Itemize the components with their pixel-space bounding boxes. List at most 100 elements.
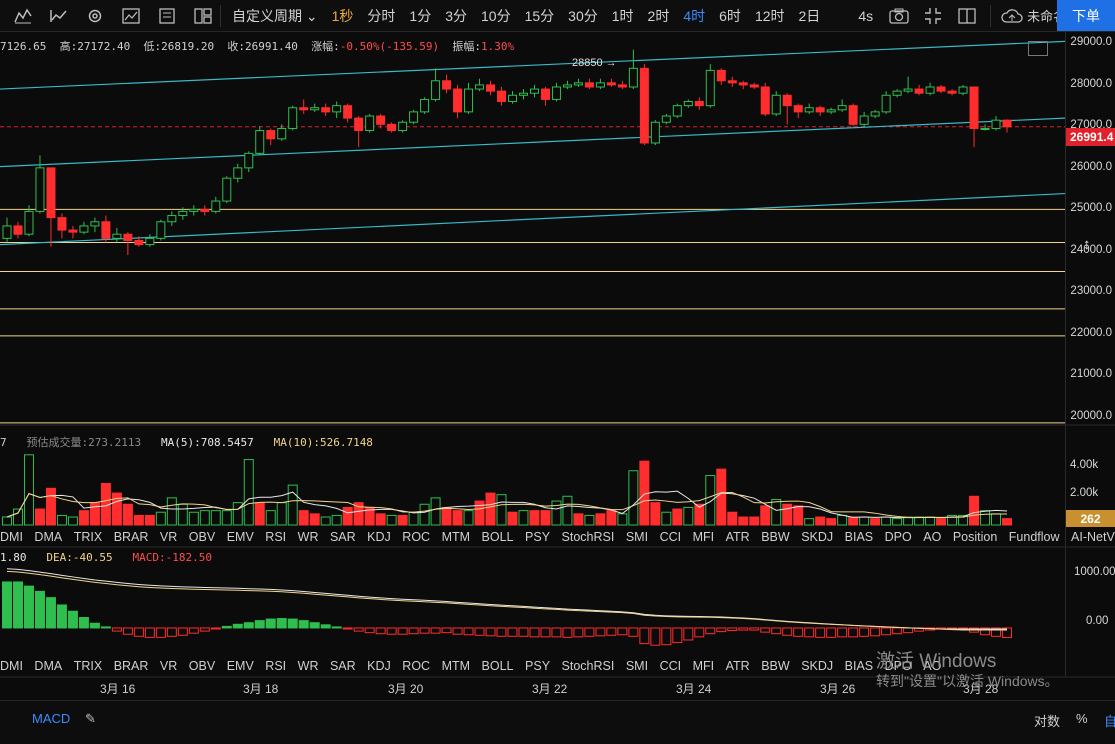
- indicator-tab-ao[interactable]: AO: [923, 530, 941, 544]
- indicator-tab-position[interactable]: Position: [953, 530, 997, 544]
- macd-histogram-bar: [793, 627, 804, 637]
- macd-histogram-bar: [34, 590, 45, 629]
- candle-body: [672, 105, 682, 117]
- volume-bar: [298, 510, 309, 526]
- macd-histogram-bar: [2, 581, 12, 629]
- indicator-tab-cci[interactable]: CCI: [660, 659, 682, 673]
- volume-bar: [122, 503, 133, 526]
- chart-canvas[interactable]: [0, 0, 1115, 700]
- macd-histogram-bar: [551, 627, 562, 638]
- edit-icon[interactable]: ✎: [85, 711, 96, 727]
- indicator-tab-bias[interactable]: BIAS: [845, 659, 874, 673]
- indicator-tab-vr[interactable]: VR: [160, 530, 177, 544]
- indicator-tab-sar[interactable]: SAR: [330, 530, 356, 544]
- indicator-tab-trix[interactable]: TRIX: [74, 530, 102, 544]
- log-scale-toggle[interactable]: 对数: [1034, 711, 1060, 730]
- indicator-tab-brar[interactable]: BRAR: [114, 659, 149, 673]
- candle-body: [738, 82, 748, 86]
- indicator-tab-atr[interactable]: ATR: [726, 530, 750, 544]
- volume-bar: [683, 506, 694, 526]
- volume-bar: [617, 513, 628, 526]
- indicator-tab-obv[interactable]: OBV: [189, 530, 215, 544]
- indicator-tab-dmi[interactable]: DMI: [0, 659, 23, 673]
- volume-bar: [969, 495, 980, 526]
- auto-scale-toggle[interactable]: 自: [1104, 711, 1115, 730]
- indicator-tab-stochrsi[interactable]: StochRSI: [562, 659, 615, 673]
- channel-line: [0, 40, 1066, 90]
- candle-body: [211, 200, 221, 212]
- volume-bar: [12, 508, 23, 526]
- macd-histogram-bar: [23, 585, 34, 629]
- indicator-tab-sar[interactable]: SAR: [330, 659, 356, 673]
- indicator-tab-smi[interactable]: SMI: [626, 530, 648, 544]
- indicator-tab-dma[interactable]: DMA: [34, 530, 62, 544]
- macd-histogram-bar: [452, 627, 463, 635]
- candle-body: [299, 107, 309, 111]
- indicator-tab-bias[interactable]: BIAS: [845, 530, 874, 544]
- indicator-tab-brar[interactable]: BRAR: [114, 530, 149, 544]
- indicator-tab-fundflow[interactable]: Fundflow: [1009, 530, 1060, 544]
- macd-histogram-bar: [331, 626, 342, 629]
- candle-body: [409, 111, 419, 123]
- macd-histogram-bar: [474, 627, 485, 636]
- indicator-tab-mtm[interactable]: MTM: [442, 530, 470, 544]
- indicator-tab-obv[interactable]: OBV: [189, 659, 215, 673]
- indicator-tab-smi[interactable]: SMI: [626, 659, 648, 673]
- indicator-tab-mtm[interactable]: MTM: [442, 659, 470, 673]
- candle-body: [584, 82, 594, 88]
- macd-histogram-bar: [155, 627, 166, 638]
- volume-axis-label: 4.00k: [1070, 459, 1099, 471]
- indicator-tab-skdj[interactable]: SKDJ: [801, 659, 833, 673]
- indicator-tab-cci[interactable]: CCI: [660, 530, 682, 544]
- indicator-tab-kdj[interactable]: KDJ: [367, 659, 391, 673]
- candle-body: [167, 215, 177, 223]
- indicator-tab-psy[interactable]: PSY: [525, 659, 550, 673]
- percent-scale-toggle[interactable]: %: [1076, 711, 1088, 726]
- volume-bar: [606, 510, 617, 526]
- indicator-tab-roc[interactable]: ROC: [402, 530, 430, 544]
- candle-body: [431, 80, 441, 100]
- indicator-tab-trix[interactable]: TRIX: [74, 659, 102, 673]
- indicator-tab-mfi[interactable]: MFI: [693, 659, 715, 673]
- macd-histogram-bar: [617, 627, 628, 636]
- indicator-tab-atr[interactable]: ATR: [726, 659, 750, 673]
- high-annotation: 28850 →: [572, 57, 617, 69]
- macd-histogram-bar: [342, 627, 353, 630]
- macd-tab[interactable]: MACD: [32, 711, 70, 726]
- indicator-tab-dpo[interactable]: DPO: [885, 530, 912, 544]
- indicator-tab-bbw[interactable]: BBW: [761, 659, 789, 673]
- candle-body: [518, 92, 528, 96]
- indicator-tab-ai-netvol[interactable]: AI-NetVOL: [1071, 530, 1115, 544]
- indicator-tab-dma[interactable]: DMA: [34, 659, 62, 673]
- candle-body: [969, 86, 979, 129]
- indicator-tab-wr[interactable]: WR: [298, 659, 319, 673]
- price-axis-label: 25000.0: [1070, 202, 1112, 215]
- indicator-tab-bbw[interactable]: BBW: [761, 530, 789, 544]
- indicator-tab-boll[interactable]: BOLL: [482, 530, 514, 544]
- candle-body: [694, 101, 704, 107]
- volume-bar: [727, 511, 738, 526]
- candle-body: [288, 107, 298, 129]
- indicator-tab-roc[interactable]: ROC: [402, 659, 430, 673]
- indicator-tab-skdj[interactable]: SKDJ: [801, 530, 833, 544]
- volume-bar: [67, 516, 78, 526]
- indicator-tab-mfi[interactable]: MFI: [693, 530, 715, 544]
- indicator-tab-emv[interactable]: EMV: [227, 530, 254, 544]
- indicator-tab-boll[interactable]: BOLL: [482, 659, 514, 673]
- indicator-tab-rsi[interactable]: RSI: [265, 530, 286, 544]
- indicator-tab-kdj[interactable]: KDJ: [367, 530, 391, 544]
- volume-bar: [584, 514, 595, 526]
- indicator-tab-emv[interactable]: EMV: [227, 659, 254, 673]
- volume-bar: [375, 513, 386, 526]
- indicator-tab-vr[interactable]: VR: [160, 659, 177, 673]
- indicator-tab-psy[interactable]: PSY: [525, 530, 550, 544]
- macd-histogram-bar: [760, 627, 771, 633]
- candle-body: [101, 221, 111, 239]
- macd-histogram-bar: [166, 627, 177, 637]
- indicator-tab-wr[interactable]: WR: [298, 530, 319, 544]
- volume-bar: [518, 510, 529, 526]
- indicator-tab-dmi[interactable]: DMI: [0, 530, 23, 544]
- expand-chart-icon[interactable]: [1028, 41, 1048, 56]
- indicator-tab-rsi[interactable]: RSI: [265, 659, 286, 673]
- indicator-tab-stochrsi[interactable]: StochRSI: [562, 530, 615, 544]
